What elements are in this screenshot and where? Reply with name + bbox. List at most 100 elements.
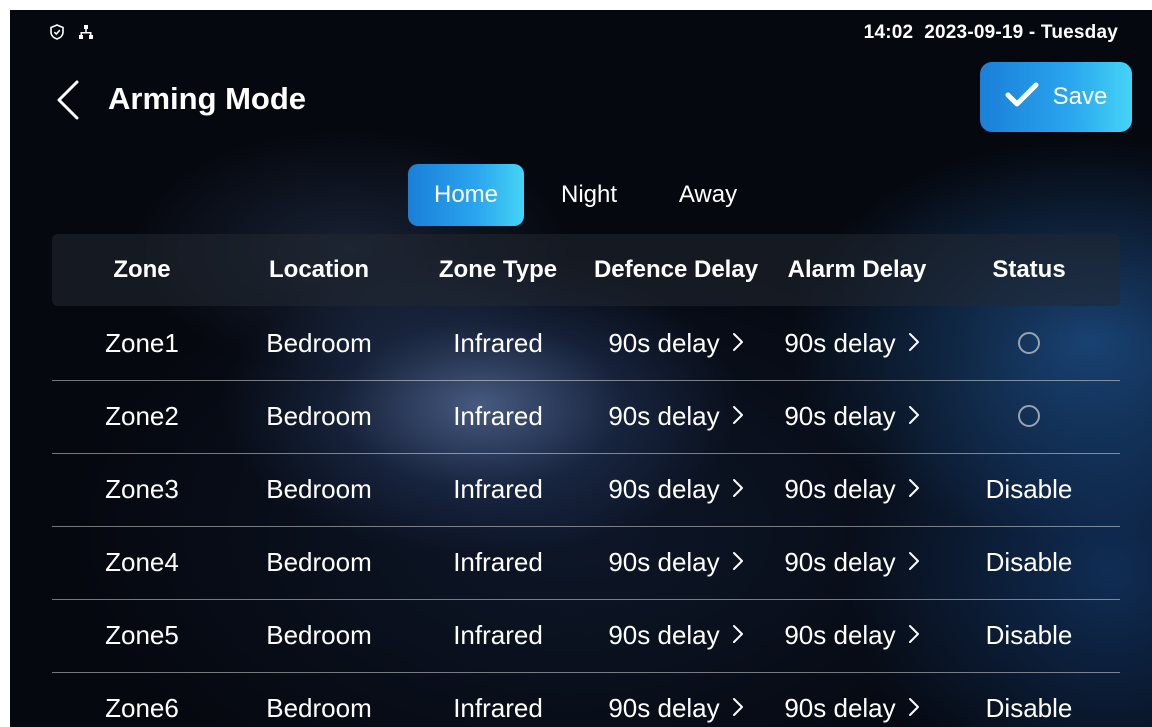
zone-cell-text: Zone1 — [105, 328, 179, 358]
zone-type-cell-text: Infrared — [453, 328, 543, 358]
status-icons — [50, 24, 94, 40]
status-radio[interactable] — [1018, 332, 1040, 355]
status-bar: 14:02 2023-09-19 - Tuesday — [10, 10, 1152, 50]
defence-delay-cell[interactable]: 90s delay — [585, 380, 767, 453]
back-button[interactable] — [48, 80, 88, 124]
zone-type-cell: Infrared — [423, 453, 573, 526]
table-row: Zone5 Bedroom Infrared 90s delay 90s delay Di… — [52, 599, 1120, 673]
defence-delay-cell[interactable]: 90s delay — [585, 672, 767, 727]
status-cell: Disable — [969, 672, 1089, 727]
checkmark-icon — [1005, 82, 1039, 113]
status-cell-text: Disable — [985, 693, 1073, 723]
zone-cell: Zone1 — [82, 307, 202, 380]
chevron-right-icon — [732, 453, 744, 526]
zone-type-cell-text: Infrared — [453, 401, 543, 431]
tab-night[interactable]: Night — [544, 164, 634, 226]
status-cell — [969, 380, 1089, 453]
location-cell-text: Bedroom — [266, 328, 372, 358]
defence-delay-cell[interactable]: 90s delay — [585, 307, 767, 380]
zone-cell-text: Zone4 — [105, 547, 179, 577]
zone-type-cell-text: Infrared — [453, 547, 543, 577]
location-cell-text: Bedroom — [266, 693, 372, 723]
chevron-right-icon — [732, 599, 744, 672]
clock-date: 2023-09-19 - Tuesday — [924, 22, 1118, 43]
zone-type-cell-text: Infrared — [453, 620, 543, 650]
alarm-delay-cell-text: 90s delay — [784, 620, 896, 650]
alarm-delay-cell[interactable]: 90s delay — [762, 672, 942, 727]
defence-delay-cell[interactable]: 90s delay — [585, 526, 767, 599]
defence-delay-cell[interactable]: 90s delay — [585, 599, 767, 672]
zone-type-cell: Infrared — [423, 380, 573, 453]
table-header: Zone Location Zone Type Defence Delay Al… — [52, 234, 1120, 306]
chevron-right-icon — [908, 526, 920, 599]
defence-delay-cell-text: 90s delay — [608, 693, 720, 723]
chevron-right-icon — [908, 599, 920, 672]
alarm-delay-cell[interactable]: 90s delay — [762, 380, 942, 453]
clock-time: 14:02 — [863, 22, 914, 43]
column-header-location: Location — [269, 256, 369, 283]
location-cell: Bedroom — [249, 307, 389, 380]
arming-mode-screen: 14:02 2023-09-19 - Tuesday Arming Mode S… — [10, 10, 1152, 727]
status-radio[interactable] — [1018, 405, 1040, 428]
column-header-zone: Zone — [113, 256, 171, 283]
column-header-defence-delay: Defence Delay — [593, 256, 759, 283]
status-cell-text: Disable — [985, 547, 1073, 577]
zone-cell-text: Zone3 — [105, 474, 179, 504]
location-cell: Bedroom — [249, 599, 389, 672]
zone-cell-text: Zone5 — [105, 620, 179, 650]
zone-cell: Zone5 — [82, 599, 202, 672]
status-cell: Disable — [969, 453, 1089, 526]
status-cell: Disable — [969, 599, 1089, 672]
alarm-delay-cell[interactable]: 90s delay — [762, 453, 942, 526]
network-icon — [78, 24, 94, 40]
defence-delay-cell-text: 90s delay — [608, 620, 720, 650]
save-label: Save — [1052, 83, 1108, 110]
table-row: Zone2 Bedroom Infrared 90s delay 90s delay — [52, 380, 1120, 454]
chevron-right-icon — [732, 307, 744, 380]
zone-type-cell-text: Infrared — [453, 693, 543, 723]
chevron-left-icon — [56, 80, 80, 125]
chevron-right-icon — [908, 307, 920, 380]
zone-cell: Zone2 — [82, 380, 202, 453]
status-cell — [969, 307, 1089, 380]
column-header-alarm-delay: Alarm Delay — [787, 256, 927, 283]
location-cell: Bedroom — [249, 453, 389, 526]
alarm-delay-cell-text: 90s delay — [784, 474, 896, 504]
zone-type-cell: Infrared — [423, 307, 573, 380]
status-cell-text: Disable — [985, 620, 1073, 650]
chevron-right-icon — [732, 526, 744, 599]
zone-type-cell: Infrared — [423, 526, 573, 599]
status-cell-text: Disable — [985, 474, 1073, 504]
location-cell-text: Bedroom — [266, 547, 372, 577]
defence-delay-cell-text: 90s delay — [608, 328, 720, 358]
zone-cell: Zone6 — [82, 672, 202, 727]
save-button[interactable]: Save — [980, 62, 1132, 132]
alarm-delay-cell-text: 90s delay — [784, 693, 896, 723]
location-cell: Bedroom — [249, 380, 389, 453]
zone-type-cell-text: Infrared — [453, 474, 543, 504]
chevron-right-icon — [732, 672, 744, 727]
defence-delay-cell[interactable]: 90s delay — [585, 453, 767, 526]
tab-home[interactable]: Home — [408, 164, 524, 226]
alarm-delay-cell[interactable]: 90s delay — [762, 599, 942, 672]
column-header-status: Status — [992, 256, 1066, 283]
alarm-delay-cell-text: 90s delay — [784, 547, 896, 577]
zone-cell: Zone4 — [82, 526, 202, 599]
chevron-right-icon — [908, 672, 920, 727]
zone-type-cell: Infrared — [423, 672, 573, 727]
table-row: Zone6 Bedroom Infrared 90s delay 90s delay Di… — [52, 672, 1120, 727]
column-header-zone-type: Zone Type — [438, 256, 558, 283]
chevron-right-icon — [908, 453, 920, 526]
page-title: Arming Mode — [108, 81, 307, 116]
table-row: Zone3 Bedroom Infrared 90s delay 90s delay Di… — [52, 453, 1120, 527]
chevron-right-icon — [732, 380, 744, 453]
table-row: Zone4 Bedroom Infrared 90s delay 90s delay Di… — [52, 526, 1120, 600]
tab-away[interactable]: Away — [662, 164, 754, 226]
defence-delay-cell-text: 90s delay — [608, 474, 720, 504]
alarm-delay-cell-text: 90s delay — [784, 328, 896, 358]
alarm-delay-cell[interactable]: 90s delay — [762, 307, 942, 380]
zone-type-cell: Infrared — [423, 599, 573, 672]
alarm-delay-cell[interactable]: 90s delay — [762, 526, 942, 599]
defence-delay-cell-text: 90s delay — [608, 401, 720, 431]
location-cell: Bedroom — [249, 672, 389, 727]
